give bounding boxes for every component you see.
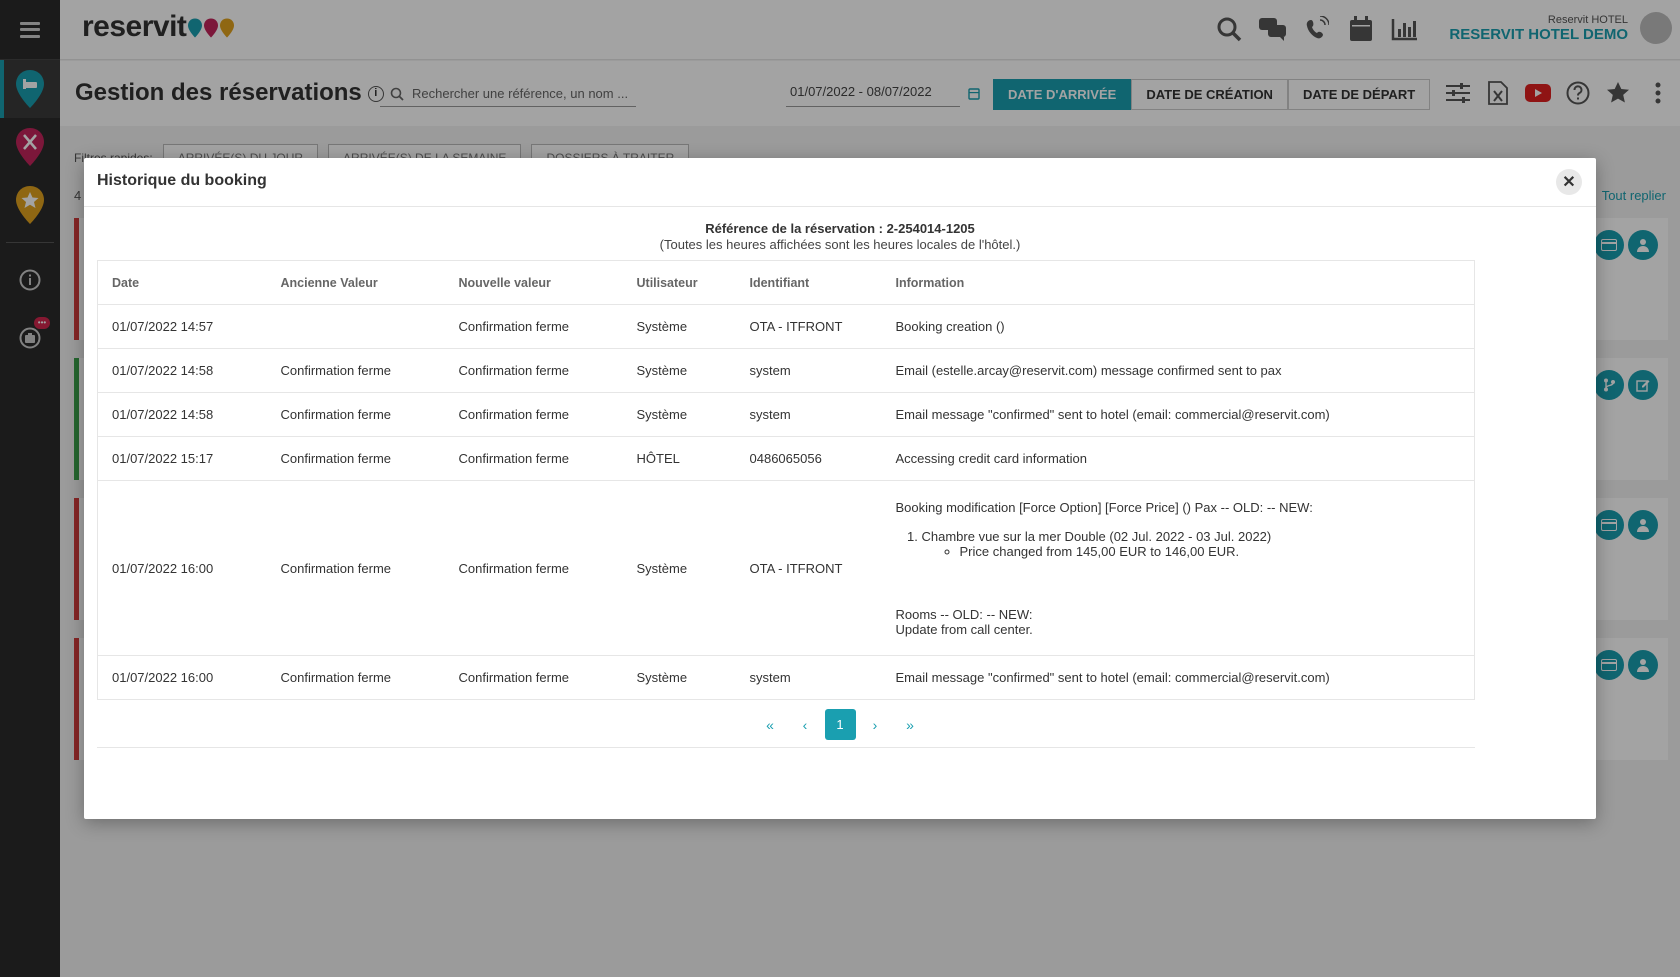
cell-information: Email message "confirmed" sent to hotel …: [881, 392, 1475, 437]
table-row: 01/07/2022 14:58 Confirmation ferme Conf…: [97, 392, 1475, 437]
cell-new-value: Confirmation ferme: [444, 304, 623, 349]
cell-user: Système: [622, 480, 736, 656]
prev-page-button[interactable]: ‹: [790, 709, 821, 740]
table-row: 01/07/2022 15:17 Confirmation ferme Conf…: [97, 436, 1475, 481]
table-row: 01/07/2022 16:00 Confirmation ferme Conf…: [97, 655, 1475, 700]
cell-new-value: Confirmation ferme: [444, 392, 623, 437]
current-page[interactable]: 1: [824, 709, 856, 740]
modal-divider: [97, 747, 1475, 748]
table-row: 01/07/2022 16:00 Confirmation ferme Conf…: [97, 480, 1475, 656]
cell-old-value: Confirmation ferme: [266, 436, 445, 481]
price-change: Price changed from 145,00 EUR to 146,00 …: [960, 544, 1475, 559]
cell-new-value: Confirmation ferme: [444, 348, 623, 393]
cell-date: 01/07/2022 16:00: [97, 655, 267, 700]
col-identifier: Identifiant: [735, 260, 882, 305]
cell-date: 01/07/2022 14:58: [97, 392, 267, 437]
cell-old-value: Confirmation ferme: [266, 655, 445, 700]
pagination: « ‹ 1 › »: [84, 709, 1596, 740]
cell-old-value: [266, 304, 445, 349]
table-header-row: Date Ancienne Valeur Nouvelle valeur Uti…: [97, 260, 1475, 305]
room-label: Chambre vue sur la mer Double (02 Jul. 2…: [921, 528, 1272, 544]
cell-new-value: Confirmation ferme: [444, 480, 623, 656]
last-page-button[interactable]: »: [895, 709, 926, 740]
col-user: Utilisateur: [622, 260, 736, 305]
cell-information: Accessing credit card information: [881, 436, 1475, 481]
col-new-value: Nouvelle valeur: [444, 260, 623, 305]
cell-user: Système: [622, 348, 736, 393]
booking-history-modal: Historique du booking ✕ Référence de la …: [84, 158, 1596, 819]
cell-information: Email (estelle.arcay@reservit.com) messa…: [881, 348, 1475, 393]
col-date: Date: [97, 260, 267, 305]
cell-user: HÔTEL: [622, 436, 736, 481]
cell-identifier: OTA - ITFRONT: [735, 480, 882, 656]
room-changes: Price changed from 145,00 EUR to 146,00 …: [960, 544, 1475, 559]
cell-information: Booking modification [Force Option] [For…: [881, 480, 1475, 656]
cell-new-value: Confirmation ferme: [444, 655, 623, 700]
cell-identifier: 0486065056: [735, 436, 882, 481]
update-line: Update from call center.: [895, 621, 1033, 637]
modal-title: Historique du booking: [97, 172, 267, 189]
cell-user: Système: [622, 392, 736, 437]
cell-information: Email message "confirmed" sent to hotel …: [881, 655, 1475, 700]
cell-date: 01/07/2022 14:58: [97, 348, 267, 393]
cell-identifier: system: [735, 348, 882, 393]
col-old-value: Ancienne Valeur: [266, 260, 445, 305]
room-item: Chambre vue sur la mer Double (02 Jul. 2…: [922, 529, 1475, 559]
cell-identifier: system: [735, 392, 882, 437]
cell-information: Booking creation (): [881, 304, 1475, 349]
table-row: 01/07/2022 14:57 Confirmation ferme Syst…: [97, 304, 1475, 349]
history-table: Date Ancienne Valeur Nouvelle valeur Uti…: [97, 260, 1475, 700]
timezone-note: (Toutes les heures affichées sont les he…: [659, 237, 1021, 252]
room-list: Chambre vue sur la mer Double (02 Jul. 2…: [922, 529, 1475, 559]
reference-block: Référence de la réservation : 2-254014-1…: [84, 221, 1596, 252]
cell-identifier: OTA - ITFRONT: [735, 304, 882, 349]
close-button[interactable]: ✕: [1556, 169, 1582, 195]
cell-identifier: system: [735, 655, 882, 700]
cell-date: 01/07/2022 16:00: [97, 480, 267, 656]
cell-date: 01/07/2022 15:17: [97, 436, 267, 481]
next-page-button[interactable]: ›: [860, 709, 891, 740]
cell-date: 01/07/2022 14:57: [97, 304, 267, 349]
modification-summary: Booking modification [Force Option] [For…: [895, 499, 1313, 515]
cell-user: Système: [622, 304, 736, 349]
modal-header: Historique du booking ✕: [84, 158, 1596, 207]
table-row: 01/07/2022 14:58 Confirmation ferme Conf…: [97, 348, 1475, 393]
col-information: Information: [881, 260, 1475, 305]
cell-user: Système: [622, 655, 736, 700]
cell-old-value: Confirmation ferme: [266, 480, 445, 656]
close-icon: ✕: [1562, 174, 1576, 191]
rooms-line: Rooms -- OLD: -- NEW:: [895, 606, 1033, 622]
booking-reference: Référence de la réservation : 2-254014-1…: [705, 221, 975, 236]
cell-old-value: Confirmation ferme: [266, 348, 445, 393]
cell-new-value: Confirmation ferme: [444, 436, 623, 481]
first-page-button[interactable]: «: [755, 709, 786, 740]
cell-old-value: Confirmation ferme: [266, 392, 445, 437]
